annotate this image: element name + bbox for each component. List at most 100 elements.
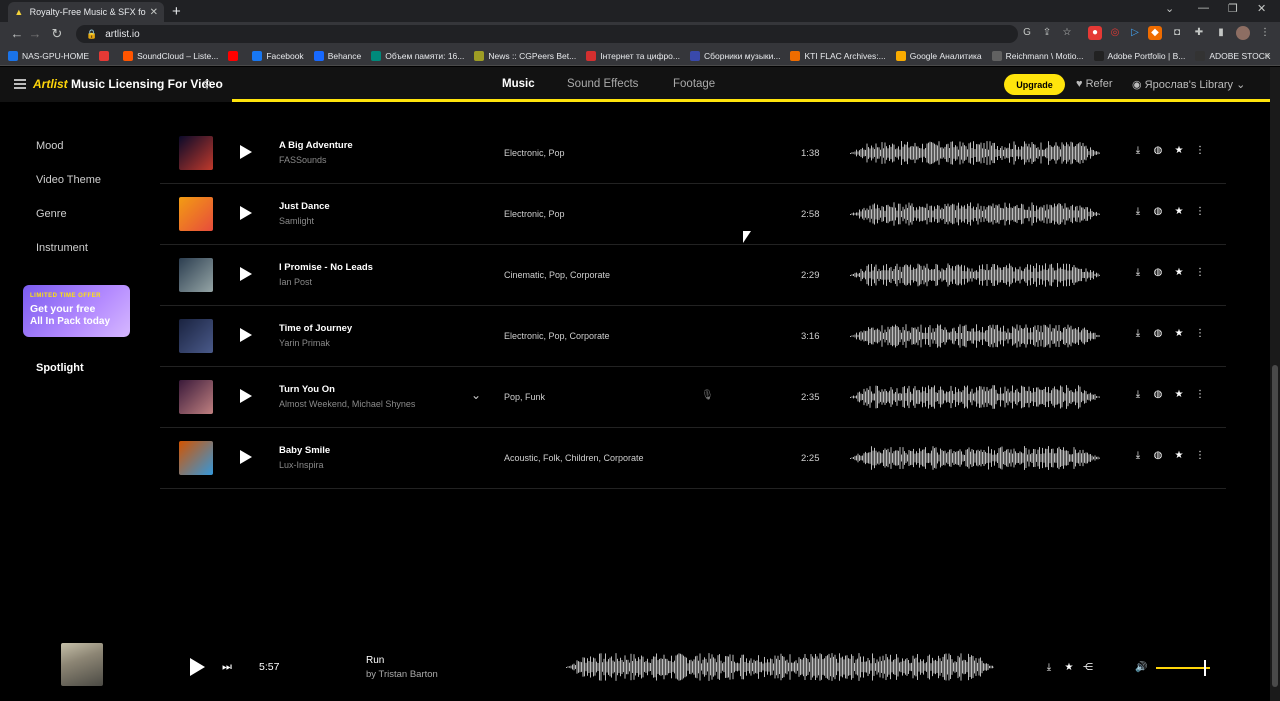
track-title[interactable]: Time of Journey	[279, 323, 352, 334]
player-download-icon[interactable]: ⤓	[1042, 662, 1056, 673]
sidebar-item-mood[interactable]: Mood	[36, 140, 64, 152]
track-title[interactable]: I Promise - No Leads	[279, 262, 373, 273]
extension-sync-icon[interactable]: ◎	[1108, 26, 1122, 40]
track-row[interactable]: Turn You On Almost Weekend, Michael Shyne…	[160, 367, 1226, 428]
upgrade-button[interactable]: Upgrade	[1004, 74, 1065, 95]
nav-sound-effects[interactable]: Sound Effects	[567, 78, 638, 90]
similar-tracks-icon[interactable]: ◍	[1151, 328, 1165, 339]
player-track-artist[interactable]: by Tristan Barton	[366, 669, 438, 680]
extension-orange-icon[interactable]: ◆	[1148, 26, 1162, 40]
side-panel-icon[interactable]: ▮	[1214, 26, 1228, 40]
download-icon[interactable]: ⤓	[1131, 389, 1145, 400]
track-cover-art[interactable]	[179, 136, 213, 170]
player-track-title[interactable]: Run	[366, 655, 384, 666]
player-play-button[interactable]	[190, 658, 205, 676]
track-waveform[interactable]	[850, 446, 1100, 470]
track-waveform[interactable]	[850, 202, 1100, 226]
track-title[interactable]: Turn You On	[279, 384, 335, 395]
track-genres[interactable]: Cinematic, Pop, Corporate	[504, 270, 610, 280]
artlist-logo[interactable]: Artlist	[33, 77, 68, 91]
similar-tracks-icon[interactable]: ◍	[1151, 267, 1165, 278]
sidebar-item-video-theme[interactable]: Video Theme	[36, 174, 101, 186]
download-icon[interactable]: ⤓	[1131, 450, 1145, 461]
volume-slider-knob[interactable]	[1204, 660, 1206, 676]
close-tab-icon[interactable]: ✕	[150, 7, 158, 18]
track-cover-art[interactable]	[179, 380, 213, 414]
new-tab-button[interactable]: +	[172, 3, 181, 20]
tab-search-icon[interactable]: ⌄	[1165, 2, 1174, 15]
bookmark-item[interactable]: Объем памяти: 16...	[371, 50, 464, 61]
browser-tab[interactable]: ▲ Royalty-Free Music & SFX for Video ✕	[8, 2, 164, 22]
download-icon[interactable]: ⤓	[1131, 206, 1145, 217]
more-options-icon[interactable]: ⋮	[1193, 206, 1207, 217]
more-options-icon[interactable]: ⋮	[1193, 450, 1207, 461]
track-row[interactable]: Time of Journey Yarin Primak Electronic, P…	[160, 306, 1226, 367]
track-cover-art[interactable]	[179, 258, 213, 292]
track-artist[interactable]: Almost Weekend, Michael Shynes	[279, 399, 415, 409]
address-bar[interactable]: 🔒 artlist.io	[76, 25, 1018, 43]
expand-chevron-icon[interactable]: ⌄	[471, 388, 481, 402]
bookmark-item[interactable]: News :: CGPeers Bet...	[474, 50, 576, 61]
bookmark-item[interactable]: Google Аналитика	[895, 50, 982, 61]
bookmark-item[interactable]: Adobe Portfolio | B...	[1093, 50, 1185, 61]
restore-icon[interactable]: ❐	[1228, 2, 1238, 15]
track-play-button[interactable]	[240, 267, 252, 281]
close-window-icon[interactable]: ✕	[1257, 2, 1266, 15]
favorite-star-icon[interactable]: ★	[1172, 145, 1186, 156]
volume-slider[interactable]	[1156, 667, 1210, 669]
track-genres[interactable]: Pop, Funk	[504, 392, 545, 402]
more-options-icon[interactable]: ⋮	[1193, 328, 1207, 339]
player-cover-art[interactable]	[61, 643, 103, 686]
track-genres[interactable]: Electronic, Pop, Corporate	[504, 331, 610, 341]
more-options-icon[interactable]: ⋮	[1193, 145, 1207, 156]
sidebar-item-instrument[interactable]: Instrument	[36, 242, 88, 254]
track-play-button[interactable]	[240, 206, 252, 220]
track-waveform[interactable]	[850, 263, 1100, 287]
similar-tracks-icon[interactable]: ◍	[1151, 145, 1165, 156]
favorite-star-icon[interactable]: ★	[1172, 450, 1186, 461]
search-icon[interactable]: ⚲	[203, 78, 211, 91]
similar-tracks-icon[interactable]: ◍	[1151, 389, 1165, 400]
bookmark-item[interactable]: Сборники музыки...	[690, 50, 780, 61]
track-row[interactable]: I Promise - No Leads Ian Post Cinematic, P…	[160, 245, 1226, 306]
track-row[interactable]: Baby Smile Lux-Inspira Acoustic, Folk, Chi…	[160, 428, 1226, 489]
nav-footage[interactable]: Footage	[673, 78, 715, 90]
extension-camera-icon[interactable]: ◘	[1170, 26, 1184, 40]
chrome-menu-icon[interactable]: ⋮	[1258, 26, 1272, 40]
track-play-button[interactable]	[240, 450, 252, 464]
share-icon[interactable]: ⇪	[1040, 26, 1054, 40]
track-artist[interactable]: FASSounds	[279, 155, 327, 165]
bookmark-item[interactable]: Reichmann \ Motio...	[991, 50, 1084, 61]
track-cover-art[interactable]	[179, 319, 213, 353]
track-cover-art[interactable]	[179, 441, 213, 475]
more-options-icon[interactable]: ⋮	[1193, 267, 1207, 278]
more-options-icon[interactable]: ⋮	[1193, 389, 1207, 400]
favorite-star-icon[interactable]: ★	[1172, 206, 1186, 217]
favorite-star-icon[interactable]: ★	[1172, 389, 1186, 400]
extension-play-icon[interactable]: ▷	[1128, 26, 1142, 40]
sidebar-item-genre[interactable]: Genre	[36, 208, 67, 220]
download-icon[interactable]: ⤓	[1131, 267, 1145, 278]
lock-icon[interactable]: 🔒	[86, 29, 97, 40]
bookmark-item[interactable]: Facebook	[252, 50, 304, 61]
menu-icon[interactable]	[14, 79, 26, 89]
track-artist[interactable]: Samlight	[279, 216, 314, 226]
download-icon[interactable]: ⤓	[1131, 328, 1145, 339]
bookmark-item[interactable]: SoundCloud – Liste...	[123, 50, 218, 61]
track-genres[interactable]: Electronic, Pop	[504, 148, 565, 158]
nav-music[interactable]: Music	[502, 78, 535, 90]
similar-tracks-icon[interactable]: ◍	[1151, 206, 1165, 217]
player-waveform[interactable]	[566, 653, 994, 681]
track-play-button[interactable]	[240, 328, 252, 342]
more-bookmarks-icon[interactable]: »	[1264, 50, 1270, 61]
forward-icon[interactable]: →	[24, 26, 46, 41]
track-row[interactable]: A Big Adventure FASSounds Electronic, Pop 1…	[160, 123, 1226, 184]
track-row[interactable]: Just Dance Samlight Electronic, Pop 2:58 ⤓ ◍ ★…	[160, 184, 1226, 245]
download-icon[interactable]: ⤓	[1131, 145, 1145, 156]
promo-banner[interactable]: LIMITED TIME OFFER Get your free All In …	[23, 285, 130, 337]
player-share-icon[interactable]: ⋲	[1081, 662, 1095, 673]
reload-icon[interactable]: ↻	[46, 26, 68, 42]
track-artist[interactable]: Ian Post	[279, 277, 312, 287]
profile-avatar[interactable]	[1236, 26, 1250, 40]
extension-red-icon[interactable]: ●	[1088, 26, 1102, 40]
